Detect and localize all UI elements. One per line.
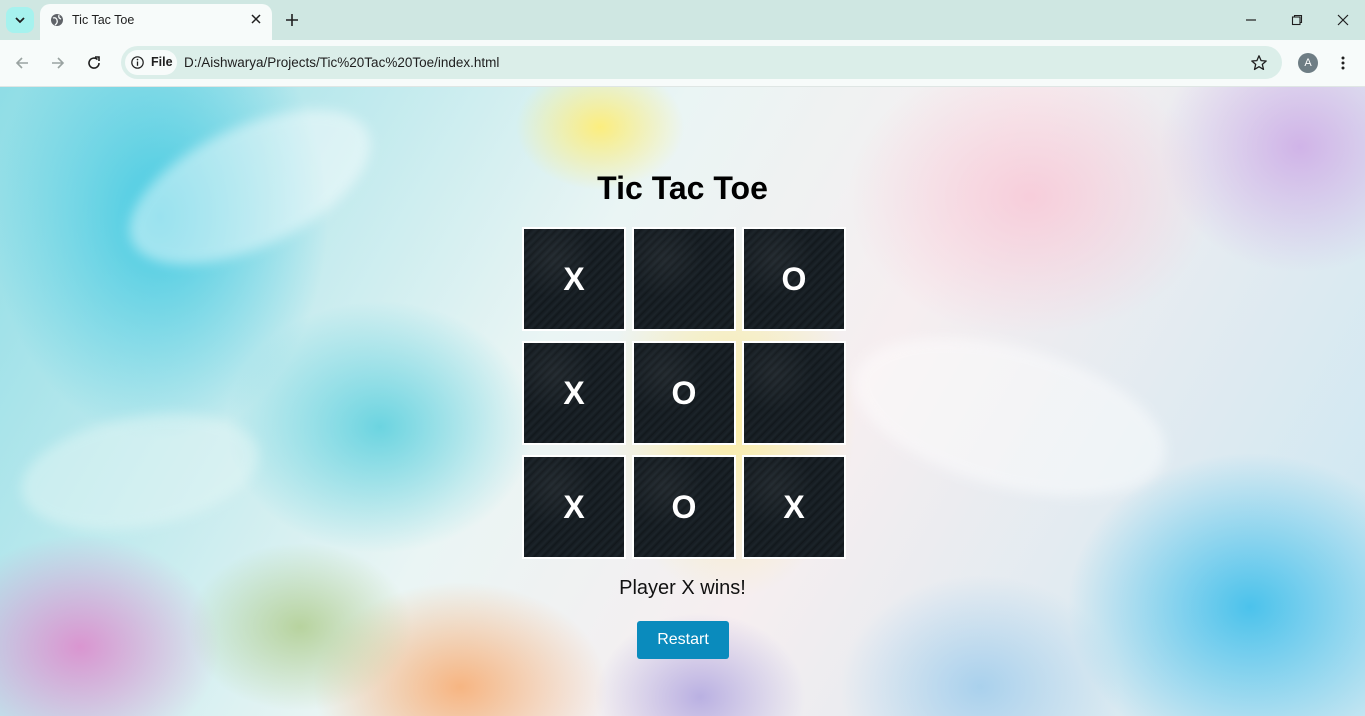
page-title: Tic Tac Toe xyxy=(597,170,768,206)
restore-icon xyxy=(1291,14,1303,26)
minimize-icon xyxy=(1246,19,1256,21)
profile-avatar[interactable]: A xyxy=(1298,53,1318,73)
background-swirl xyxy=(837,307,1183,527)
site-info-chip[interactable]: File xyxy=(125,50,177,75)
url-text[interactable]: D:/Aishwarya/Projects/Tic%20Tac%20Toe/in… xyxy=(184,55,499,70)
close-icon xyxy=(251,14,261,24)
cell-mark: X xyxy=(563,374,585,411)
board-cell[interactable]: X xyxy=(522,341,626,445)
bookmark-star-icon[interactable] xyxy=(1250,54,1268,72)
background-swirl xyxy=(12,396,268,548)
tab-strip: Tic Tac Toe xyxy=(0,0,1365,40)
game-status: Player X wins! xyxy=(619,577,746,599)
close-icon xyxy=(1337,14,1349,26)
new-tab-button[interactable] xyxy=(282,10,302,30)
address-bar[interactable]: File D:/Aishwarya/Projects/Tic%20Tac%20T… xyxy=(121,46,1282,79)
cell-mark: X xyxy=(563,260,585,297)
page-viewport: Tic Tac Toe X O X O X O X Player X wins!… xyxy=(0,87,1365,716)
kebab-menu-icon xyxy=(1341,56,1345,70)
tab-search-button[interactable] xyxy=(6,7,34,33)
minimize-button[interactable] xyxy=(1243,12,1259,28)
reload-icon xyxy=(88,56,100,69)
forward-arrow-icon xyxy=(52,57,65,69)
plus-icon xyxy=(286,14,298,26)
globe-icon xyxy=(51,14,63,26)
browser-menu-button[interactable] xyxy=(1333,53,1353,73)
board-cell[interactable]: O xyxy=(632,341,736,445)
board-cell[interactable]: X xyxy=(742,455,846,559)
reload-button[interactable] xyxy=(84,53,104,73)
restart-button[interactable]: Restart xyxy=(637,621,729,659)
board-cell[interactable]: O xyxy=(632,455,736,559)
board-cell[interactable] xyxy=(632,227,736,331)
tab-close-button[interactable] xyxy=(248,11,264,27)
cell-mark: X xyxy=(783,488,805,525)
info-icon xyxy=(131,56,144,69)
game-board: X O X O X O X xyxy=(522,227,848,559)
board-cell[interactable] xyxy=(742,341,846,445)
browser-toolbar: File D:/Aishwarya/Projects/Tic%20Tac%20T… xyxy=(0,40,1365,87)
active-tab[interactable]: Tic Tac Toe xyxy=(40,4,272,40)
board-cell[interactable]: O xyxy=(742,227,846,331)
cell-mark: O xyxy=(671,488,697,525)
window-close-button[interactable] xyxy=(1335,12,1351,28)
restore-button[interactable] xyxy=(1289,12,1305,28)
site-chip-label: File xyxy=(151,55,173,69)
back-arrow-icon xyxy=(15,57,28,69)
chevron-down-icon xyxy=(15,17,25,24)
board-cell[interactable]: X xyxy=(522,455,626,559)
tab-title: Tic Tac Toe xyxy=(72,13,135,27)
board-cell[interactable]: X xyxy=(522,227,626,331)
cell-mark: O xyxy=(671,374,697,411)
forward-button[interactable] xyxy=(48,53,68,73)
cell-mark: O xyxy=(781,260,807,297)
back-button[interactable] xyxy=(12,53,32,73)
cell-mark: X xyxy=(563,488,585,525)
